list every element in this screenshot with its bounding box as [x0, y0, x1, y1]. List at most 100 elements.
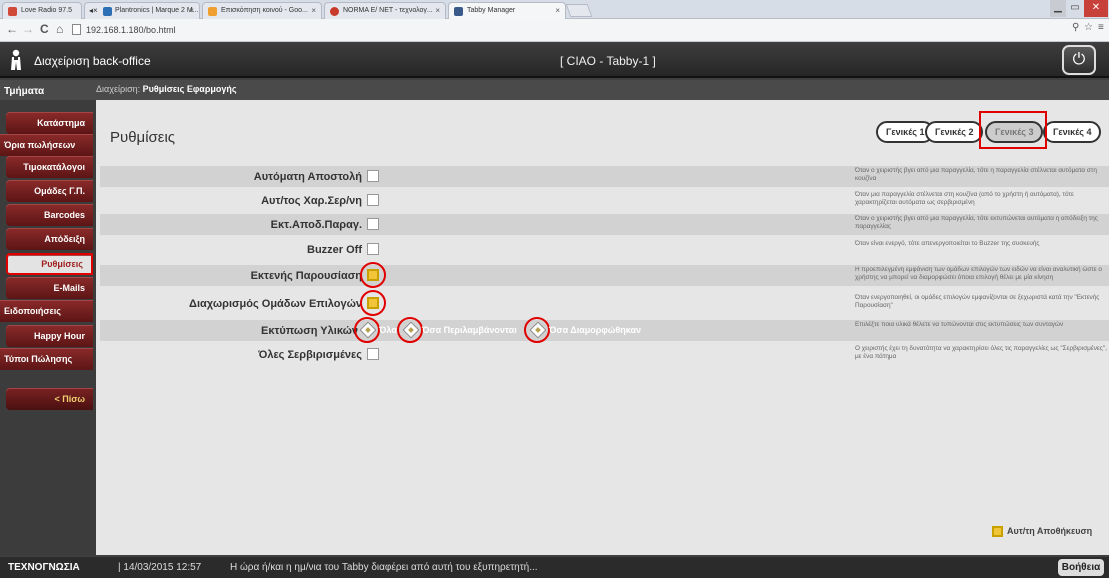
setting-label: Εκτ.Αποδ.Παραγ.: [270, 219, 362, 231]
radio-label: Όσα Διαμορφώθηκαν: [549, 325, 642, 335]
all-served-checkbox[interactable]: [367, 348, 379, 360]
setting-description: Όταν μια παραγγελία στέλνεται στη κουζίν…: [855, 191, 1074, 206]
setting-row: Buzzer Off Όταν είναι ενεργό, τότε απενε…: [100, 239, 1109, 260]
tab-title: Tabby Manager: [467, 7, 516, 14]
sidebar-item-emails[interactable]: E-Mails: [6, 277, 93, 299]
sidebar-item-receipt[interactable]: Απόδειξη: [6, 228, 93, 250]
url-field[interactable]: 192.168.1.180/bo.html: [72, 21, 1072, 39]
close-icon[interactable]: ×: [189, 6, 194, 15]
sidebar-item-groups[interactable]: Ομάδες Γ.Π.: [6, 180, 93, 202]
tab-title: NORMA E/ NET - τεχνολογ...: [343, 7, 433, 14]
setting-label: Αυτ/τος Χαρ.Σερ/νη: [261, 195, 362, 207]
sidebar-item-label: Κατάστημα: [37, 118, 85, 128]
setting-description: Όταν ο χειριστής βγει από μια παραγγελία…: [855, 215, 1098, 230]
sidebar-item-barcodes[interactable]: Barcodes: [6, 204, 93, 226]
sidebar-item-pricelists[interactable]: Τιμοκατάλογοι: [6, 156, 93, 178]
breadcrumb: Διαχείριση: Ρυθμίσεις Εφαρμογής: [96, 84, 237, 94]
address-bar: ← → C ⌂ 192.168.1.180/bo.html ⚲ ☆ ≡: [0, 19, 1109, 42]
setting-description: Ο χειριστής έχει τη δυνατότητα να χαρακτ…: [855, 345, 1107, 360]
browser-tab[interactable]: Επισκόπηση κοινού - Goo... ×: [202, 2, 322, 19]
setting-description: Η προεπιλεγμένη εμφάνιση των ομάδων επιλ…: [855, 266, 1102, 281]
waiter-logo-icon: [11, 49, 21, 70]
setting-label: Όλες Σερβιρισμένες: [258, 349, 362, 361]
close-icon[interactable]: ×: [435, 6, 440, 15]
close-icon[interactable]: ×: [555, 6, 560, 15]
sidebar-item-sale-types[interactable]: Τύποι Πώλησης: [0, 348, 93, 370]
home-icon[interactable]: ⌂: [56, 22, 63, 36]
browser-tab-active[interactable]: Tabby Manager ×: [448, 2, 566, 19]
minimize-icon[interactable]: ▁: [1050, 0, 1066, 17]
close-window-icon[interactable]: ✕: [1084, 0, 1108, 17]
status-message: Η ώρα ή/και η ημ/νια του Tabby διαφέρει …: [230, 562, 538, 573]
setting-row: Αυτ/τος Χαρ.Σερ/νη Όταν μια παραγγελία σ…: [100, 190, 1109, 211]
autosave-label: Αυτ/τη Αποθήκευση: [1007, 526, 1093, 536]
sidebar-item-sales-limits[interactable]: Όρια πωλήσεων: [0, 134, 93, 156]
sidebar-item-label: Ομάδες Γ.Π.: [34, 186, 85, 196]
autosave-toggle[interactable]: Αυτ/τη Αποθήκευση: [992, 526, 1093, 538]
setting-label: Buzzer Off: [307, 244, 362, 256]
buzzer-off-checkbox[interactable]: [367, 243, 379, 255]
sidebar-item-label: E-Mails: [53, 283, 85, 293]
tab-title: Plantronics | Marque 2 M...: [115, 7, 199, 14]
back-arrow-icon[interactable]: ←: [6, 22, 18, 36]
highlight-box: [979, 111, 1047, 149]
tab-general-4[interactable]: Γενικές 4: [1043, 121, 1102, 143]
browser-tab[interactable]: NORMA E/ NET - τεχνολογ... ×: [324, 2, 446, 19]
zoom-icon[interactable]: ⚲: [1072, 22, 1079, 33]
datetime-display: | 14/03/2015 12:57: [118, 562, 202, 573]
power-button[interactable]: ⏻: [1062, 45, 1096, 75]
sections-label: Τμήματα: [4, 86, 45, 97]
browser-tab[interactable]: ◂× Plantronics | Marque 2 M... ×: [84, 2, 200, 19]
app-header: Διαχείριση back-office [ CIAO - Tabby-1 …: [0, 43, 1109, 78]
sidebar-item-label: Τύποι Πώλησης: [4, 354, 73, 364]
back-button[interactable]: < Πίσω: [6, 388, 93, 410]
highlight-circle: [354, 317, 380, 343]
close-icon[interactable]: ×: [311, 6, 316, 15]
sidebar-item-label: Ειδοποιήσεις: [4, 306, 61, 316]
sidebar-item-notifications[interactable]: Ειδοποιήσεις: [0, 300, 93, 322]
url-text: 192.168.1.180/bo.html: [86, 25, 176, 35]
auto-served-checkbox[interactable]: [367, 194, 379, 206]
highlight-circle: [524, 317, 550, 343]
app-title: Διαχείριση back-office: [34, 54, 151, 68]
maximize-icon[interactable]: ▭: [1066, 0, 1084, 17]
store-device-title: [ CIAO - Tabby-1 ]: [560, 54, 656, 68]
setting-row: Αυτόματη Αποστολή Όταν ο χειριστής βγει …: [100, 166, 1109, 187]
back-button-label: < Πίσω: [54, 394, 85, 404]
favicon-icon: [8, 7, 17, 16]
forward-arrow-icon[interactable]: →: [22, 22, 34, 36]
setting-row: Όλες Σερβιρισμένες Ο χειριστής έχει τη δ…: [100, 344, 1109, 365]
auto-send-checkbox[interactable]: [367, 170, 379, 182]
favicon-icon: [330, 7, 339, 16]
sidebar-item-label: Όρια πωλήσεων: [4, 140, 76, 150]
setting-row: Εκτενής Παρουσίαση Η προεπιλεγμένη εμφάν…: [100, 262, 1109, 288]
tab-general-2[interactable]: Γενικές 2: [925, 121, 984, 143]
setting-label: Αυτόματη Αποστολή: [253, 171, 362, 183]
setting-description: Όταν είναι ενεργό, τότε απενεργοποιείται…: [855, 240, 1040, 247]
highlight-circle: [360, 262, 386, 288]
sidebar-item-label: Ρυθμίσεις: [41, 259, 83, 269]
sidebar-item-label: Απόδειξη: [44, 234, 85, 244]
browser-tab[interactable]: Love Radio 97.5: [2, 2, 82, 19]
sidebar-item-happy-hour[interactable]: Happy Hour: [6, 325, 93, 347]
sidebar-item-store[interactable]: Κατάστημα: [6, 112, 93, 134]
sidebar-item-label: Τιμοκατάλογοι: [23, 162, 85, 172]
new-tab-button[interactable]: [565, 4, 593, 17]
reload-icon[interactable]: C: [40, 22, 49, 36]
help-button[interactable]: Βοήθεια: [1058, 559, 1104, 576]
star-icon[interactable]: ☆: [1084, 22, 1093, 33]
menu-icon[interactable]: ≡: [1098, 22, 1104, 33]
setting-label: Εκτύπωση Υλικών: [261, 325, 358, 337]
breadcrumb-prefix: Διαχείριση:: [96, 84, 143, 94]
highlight-circle: [360, 290, 386, 316]
favicon-icon: [103, 7, 112, 16]
tab-title: Επισκόπηση κοινού - Goo...: [221, 7, 308, 14]
sidebar-item-settings[interactable]: Ρυθμίσεις: [6, 253, 93, 275]
highlight-circle: [397, 317, 423, 343]
setting-description: Επιλέξτε ποια υλικά θέλετε να τυπώνονται…: [855, 321, 1064, 328]
print-receipt-checkbox[interactable]: [367, 218, 379, 230]
autosave-checkbox[interactable]: [992, 526, 1003, 538]
favicon-icon: [454, 7, 463, 16]
setting-row: Διαχωρισμός Ομάδων Επιλογών Όταν ενεργοπ…: [100, 290, 1109, 316]
browser-tab-strip: Love Radio 97.5 ◂× Plantronics | Marque …: [0, 0, 1109, 19]
